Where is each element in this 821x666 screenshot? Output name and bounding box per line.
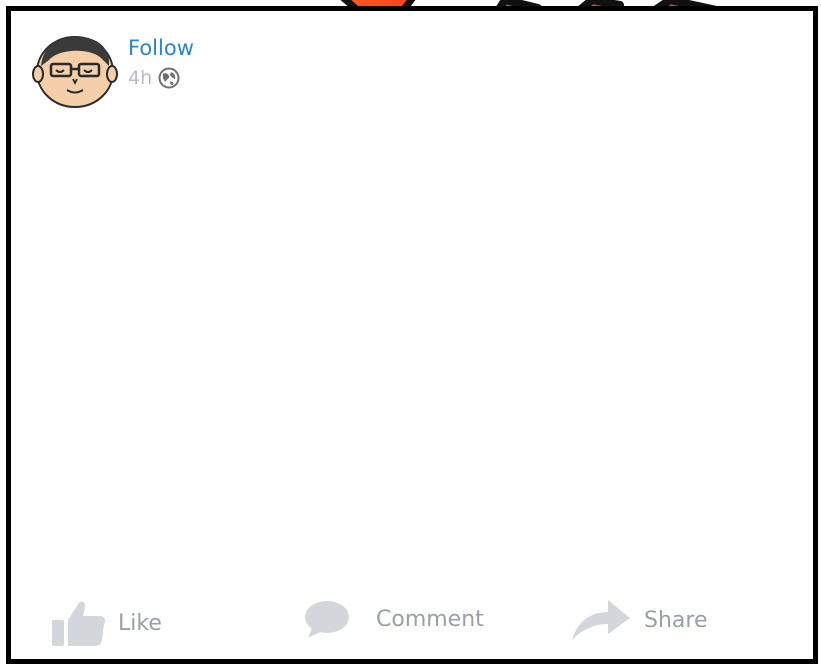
follow-link[interactable]: Follow	[128, 36, 194, 60]
post-card	[6, 6, 818, 664]
share-button[interactable]: Share	[570, 598, 708, 642]
share-label: Share	[644, 607, 708, 633]
comment-bubble-icon	[305, 601, 349, 638]
thumbs-up-icon	[52, 601, 105, 646]
post-meta: 4h	[128, 67, 180, 89]
avatar[interactable]	[31, 34, 119, 108]
comment-button[interactable]: Comment	[302, 598, 484, 640]
like-button[interactable]: Like	[50, 598, 162, 648]
post-time: 4h	[128, 67, 153, 89]
like-label: Like	[118, 610, 162, 636]
globe-icon	[158, 67, 180, 89]
comment-label: Comment	[376, 606, 484, 632]
share-arrow-icon	[572, 600, 630, 640]
post-screen: Follow 4h Like Comment Share	[0, 0, 821, 666]
